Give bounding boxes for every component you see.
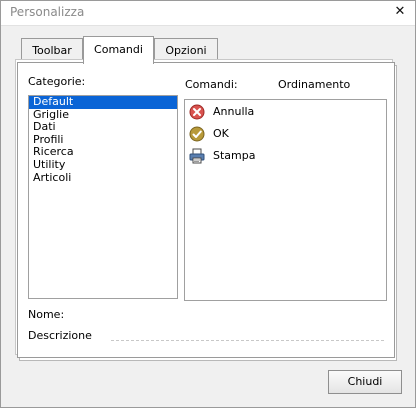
tab-panel-comandi: Categorie: Default Griglie Dati Profili … bbox=[17, 62, 395, 358]
window-title: Personalizza bbox=[10, 5, 85, 19]
categories-label-text: Categorie: bbox=[28, 75, 86, 88]
tab-label: Comandi bbox=[94, 43, 143, 56]
commands-list[interactable]: Annulla OK Stampa bbox=[184, 99, 387, 301]
tab-label: Toolbar bbox=[32, 44, 72, 57]
command-label: Annulla bbox=[213, 105, 255, 118]
customize-dialog: Personalizza ✕ Toolbar Comandi Opzioni C… bbox=[0, 0, 416, 408]
close-icon[interactable]: ✕ bbox=[392, 4, 408, 20]
printer-icon bbox=[189, 148, 205, 164]
categories-label: Categorie: bbox=[28, 75, 85, 88]
description-separator bbox=[111, 340, 384, 341]
commands-label: Comandi: bbox=[185, 78, 238, 91]
tab-label: Opzioni bbox=[165, 44, 207, 57]
list-item[interactable]: Articoli bbox=[29, 171, 177, 185]
ok-icon bbox=[189, 126, 205, 142]
command-label: Stampa bbox=[213, 149, 256, 162]
list-item[interactable]: Utility bbox=[29, 158, 177, 172]
sort-label[interactable]: Ordinamento bbox=[278, 78, 350, 91]
cancel-icon bbox=[189, 104, 205, 120]
name-label: Nome: bbox=[28, 308, 65, 321]
title-bar: Personalizza ✕ bbox=[1, 1, 415, 26]
command-label: OK bbox=[213, 127, 229, 140]
description-row: Descrizione bbox=[18, 321, 394, 351]
tab-comandi[interactable]: Comandi bbox=[83, 36, 154, 64]
categories-list[interactable]: Default Griglie Dati Profili Ricerca Uti… bbox=[28, 95, 178, 299]
close-button[interactable]: Chiudi bbox=[328, 370, 402, 394]
list-item[interactable]: Dati bbox=[29, 121, 177, 134]
list-item[interactable]: Default bbox=[29, 95, 177, 109]
description-label: Descrizione bbox=[28, 329, 92, 342]
